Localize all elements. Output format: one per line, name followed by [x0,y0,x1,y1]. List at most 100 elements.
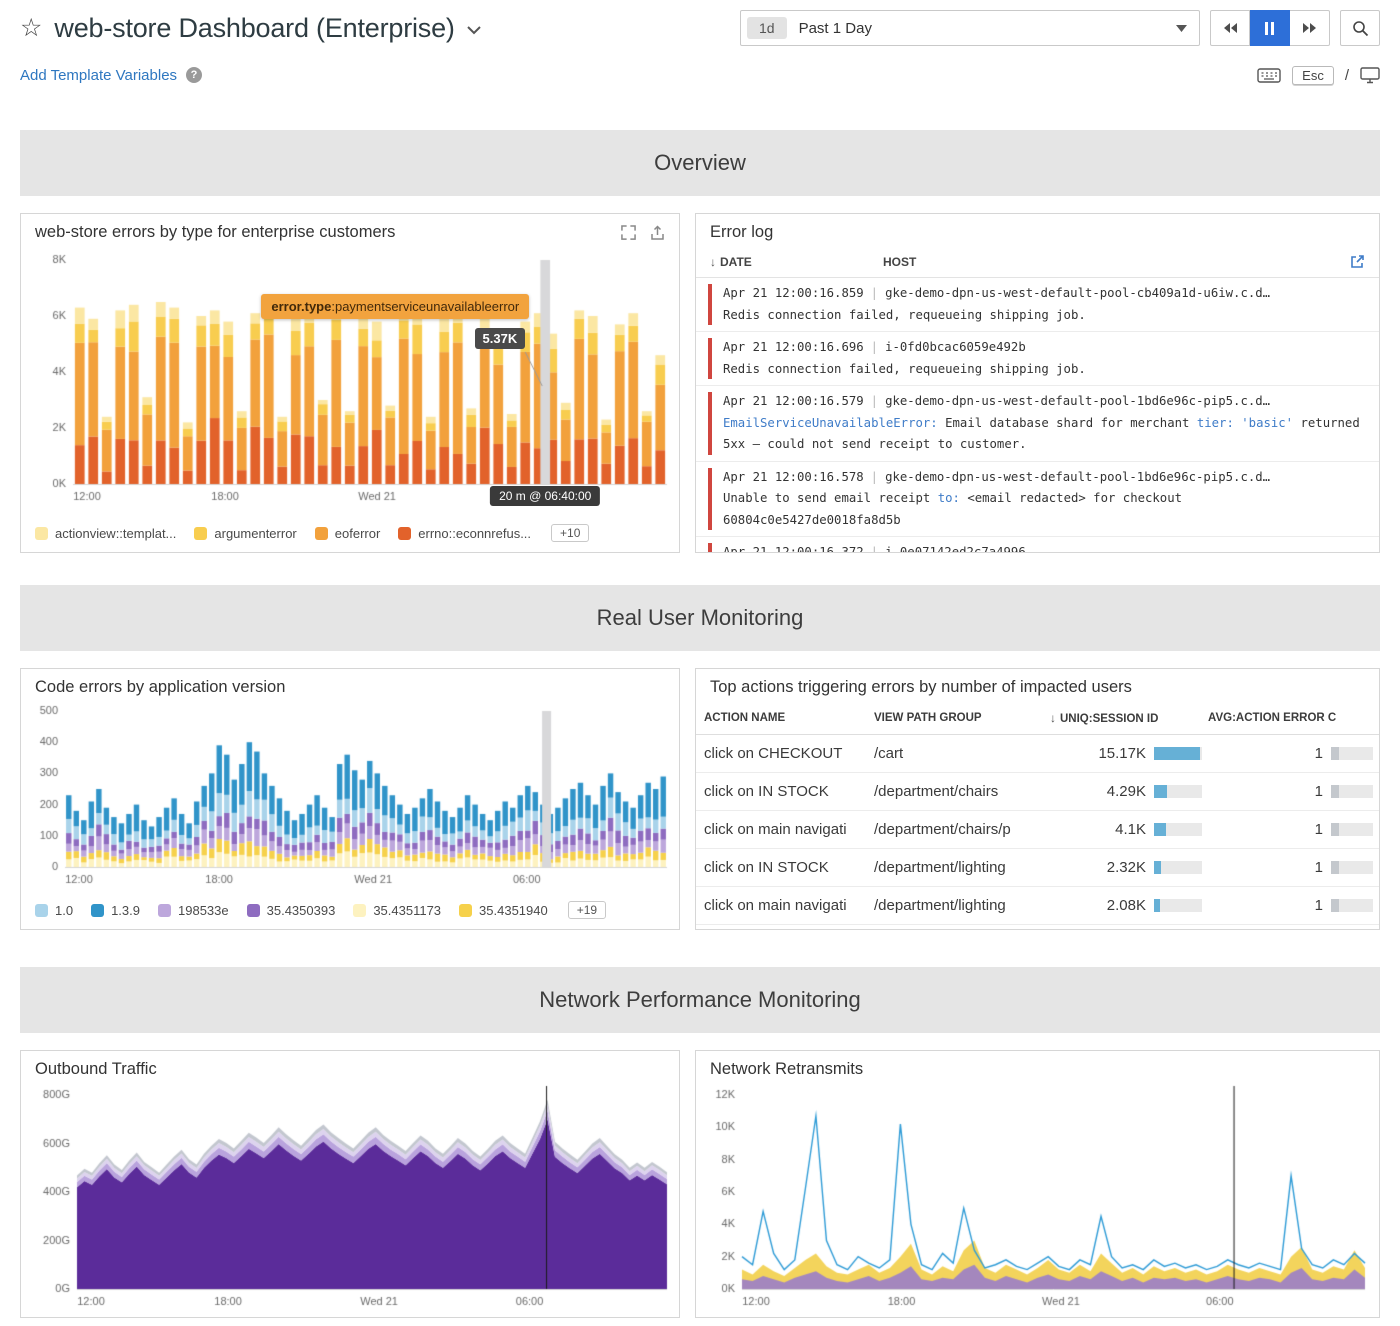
chart-hover-value: 5.37K [475,328,526,349]
skip-forward-button[interactable] [1290,10,1330,46]
column-uniq-session-id[interactable]: ↓UNIQ:SESSION ID [1050,711,1208,725]
code-errors-legend: 1.0 1.3.9 198533e 35.4350393 35.4351173 35.43… [21,894,679,929]
view-path-cell: /department/lighting [874,897,1050,914]
legend-label: eoferror [335,526,381,541]
overview-row: web-store errors by type for enterprise … [20,213,1380,553]
legend-label: 35.4351940 [479,903,548,918]
zoom-search-button[interactable] [1340,10,1380,46]
log-severity-bar [708,468,712,531]
legend-label: 35.4351173 [373,903,441,918]
log-message: Unable to send email receipt to: <email … [723,488,1365,531]
avg-error-count-bar [1331,747,1373,760]
log-row[interactable]: Apr 21 12:00:16.578|gke-demo-dpn-us-west… [696,462,1379,538]
magnifier-icon [1352,20,1369,37]
log-host: gke-demo-dpn-us-west-default-pool-1bd6e9… [885,394,1270,408]
outbound-traffic-chart-area [21,1083,679,1317]
legend-swatch [35,904,48,917]
avg-error-count-cell: 1 [1208,783,1379,800]
add-template-variables-link[interactable]: Add Template Variables [20,67,177,84]
log-row-meta: Apr 21 12:00:16.579|gke-demo-dpn-us-west… [723,391,1365,413]
log-host: gke-demo-dpn-us-west-default-pool-1bd6e9… [885,470,1270,484]
log-host-column-header[interactable]: HOST [883,255,916,269]
open-in-log-explorer-icon[interactable] [1350,254,1365,269]
legend-item[interactable]: errno::econnrefus... [398,526,531,541]
log-message: Redis connection failed, requeueing ship… [723,359,1365,381]
top-actions-panel: Top actions triggering errors by number … [695,668,1380,930]
log-message-link: to: [938,491,960,505]
log-separator: | [864,545,885,552]
outbound-traffic-chart-canvas[interactable] [21,1083,679,1315]
table-row[interactable]: click on main navigati/department/chairs… [696,811,1379,849]
session-count-value: 15.17K [1098,745,1146,762]
log-row[interactable]: Apr 21 12:00:16.696|i-0fd0bcac6059e492bR… [696,332,1379,386]
help-icon[interactable]: ? [186,67,202,83]
avg-error-count-value: 1 [1315,821,1323,838]
slash-shortcut: / [1345,67,1349,84]
log-message-link: EmailServiceUnavailableError: [723,416,938,430]
session-count-bar [1154,861,1202,874]
fullscreen-monitor-icon[interactable] [1360,67,1380,84]
legend-item[interactable]: argumenterror [194,526,296,541]
log-row[interactable]: Apr 21 12:00:16.372|i-0e07142ed2c7a4996R… [696,537,1379,552]
time-controls: 1d Past 1 Day [740,10,1380,46]
session-count-bar [1154,823,1202,836]
skip-back-icon [1222,22,1238,34]
legend-item[interactable]: 198533e [158,903,229,918]
chevron-down-icon[interactable] [467,26,481,35]
session-count-value: 4.29K [1107,783,1146,800]
favorite-star-icon[interactable]: ☆ [20,16,42,41]
time-range-select[interactable]: 1d Past 1 Day [740,10,1200,46]
chart-hover-tooltip: error.type:paymentserviceunavailableerro… [261,294,529,319]
code-errors-panel: Code errors by application version 1.01.… [20,668,680,930]
column-avg-action-error-count[interactable]: AVG:ACTION ERROR C [1208,712,1379,724]
table-row[interactable]: click on IN STOCK/department/lighting2.3… [696,849,1379,887]
panel-title: Top actions triggering errors by number … [710,678,1132,697]
legend-item[interactable]: eoferror [315,526,381,541]
log-row[interactable]: Apr 21 12:00:16.859|gke-demo-dpn-us-west… [696,278,1379,332]
legend-item[interactable]: actionview::templat... [35,526,176,541]
view-path-cell: /department/lighting [874,859,1050,876]
log-row-meta: Apr 21 12:00:16.578|gke-demo-dpn-us-west… [723,467,1365,489]
export-icon[interactable] [650,225,665,241]
legend-more-chip[interactable]: +19 [568,901,606,919]
errors-by-type-chart-canvas[interactable] [21,246,679,514]
legend-more-chip[interactable]: +10 [551,524,589,542]
avg-error-count-cell: 1 [1208,897,1379,914]
log-row-meta: Apr 21 12:00:16.372|i-0e07142ed2c7a4996 [723,542,1365,552]
sort-desc-icon[interactable]: ↓ [710,255,716,269]
log-host: i-0fd0bcac6059e492b [885,340,1026,354]
skip-back-button[interactable] [1210,10,1250,46]
legend-item[interactable]: 1.3.9 [91,903,140,918]
avg-error-count-bar-fill [1331,861,1339,874]
table-row[interactable]: click on main navigati/department/lighti… [696,887,1379,925]
panel-title: Error log [710,223,773,242]
legend-label: 198533e [178,903,229,918]
action-name-cell: click on main navigati [704,821,874,838]
keyboard-icon[interactable] [1257,67,1281,84]
esc-key[interactable]: Esc [1292,66,1334,85]
legend-item[interactable]: 35.4350393 [247,903,336,918]
legend-label: 35.4350393 [267,903,336,918]
session-count-cell: 2.32K [1050,859,1208,876]
log-row[interactable]: Apr 21 12:00:16.579|gke-demo-dpn-us-west… [696,386,1379,462]
log-message: EmailServiceUnavailableError: Email data… [723,413,1365,456]
expand-icon[interactable] [621,225,636,240]
legend-item[interactable]: 1.0 [35,903,73,918]
code-errors-chart-canvas[interactable] [21,701,679,891]
legend-item[interactable]: 35.4351173 [353,903,441,918]
column-view-path-group[interactable]: VIEW PATH GROUP [874,712,1050,724]
legend-item[interactable]: 35.4351940 [459,903,548,918]
table-row[interactable]: click on CHECKOUT/cart15.17K1 [696,735,1379,773]
log-message-text: Redis connection failed, requeueing ship… [723,308,1086,322]
pause-button[interactable] [1250,10,1290,46]
log-row-meta: Apr 21 12:00:16.696|i-0fd0bcac6059e492b [723,337,1365,359]
column-action-name[interactable]: ACTION NAME [704,712,874,724]
avg-error-count-bar [1331,899,1373,912]
log-date-column-header[interactable]: DATE [720,255,883,269]
table-row[interactable]: click on IN STOCK/department/chairs4.29K… [696,773,1379,811]
tooltip-key: error.type [271,299,331,314]
log-separator: | [864,286,885,300]
network-retransmits-chart-canvas[interactable] [696,1083,1379,1315]
legend-swatch [247,904,260,917]
session-count-cell: 2.08K [1050,897,1208,914]
